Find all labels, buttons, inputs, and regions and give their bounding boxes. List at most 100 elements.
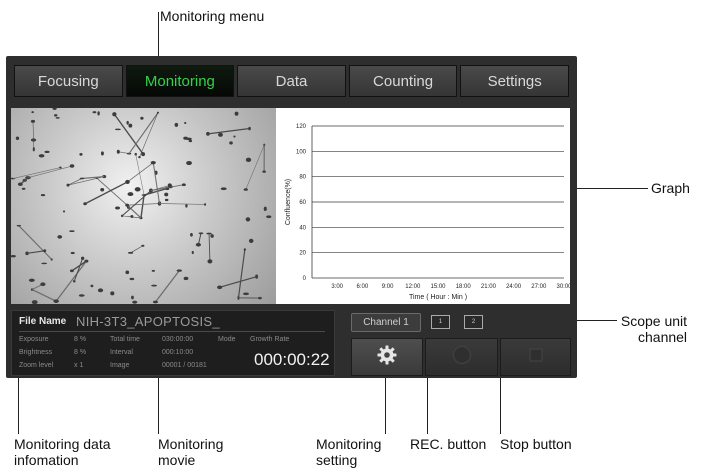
info-divider bbox=[19, 331, 325, 332]
cell-body bbox=[101, 151, 104, 155]
cell-body bbox=[11, 255, 16, 257]
monitoring-setting-button[interactable] bbox=[351, 338, 423, 376]
cell-process bbox=[220, 277, 257, 288]
tab-monitoring[interactable]: Monitoring bbox=[126, 65, 235, 97]
cell-body bbox=[264, 207, 267, 211]
x-tick-label: 27:00 bbox=[531, 284, 547, 290]
tab-counting[interactable]: Counting bbox=[349, 65, 458, 97]
cell-body bbox=[204, 203, 206, 206]
cell-body bbox=[243, 292, 249, 295]
tab-label: Settings bbox=[488, 73, 542, 90]
cell-process bbox=[114, 114, 143, 154]
cell-body bbox=[63, 210, 65, 212]
channel-button[interactable]: Channel 1 bbox=[351, 313, 421, 332]
cell-body bbox=[184, 277, 189, 280]
cell-body bbox=[125, 180, 130, 184]
exposure-label: Exposure bbox=[19, 336, 49, 343]
cell-body bbox=[246, 158, 251, 162]
total-time-value: 030:00:00 bbox=[162, 336, 193, 343]
cell-process bbox=[85, 182, 127, 204]
cell-culture-image bbox=[11, 108, 276, 304]
cell-body bbox=[244, 188, 248, 191]
cell-process bbox=[127, 163, 153, 182]
interval-value: 000:10:00 bbox=[162, 349, 193, 356]
tab-bar: Focusing Monitoring Data Counting Settin… bbox=[14, 65, 569, 97]
tab-focusing[interactable]: Focusing bbox=[14, 65, 123, 97]
cell-body bbox=[40, 282, 45, 286]
cell-body bbox=[33, 147, 35, 151]
cell-body bbox=[153, 301, 158, 304]
cell-body bbox=[165, 199, 169, 201]
cell-body bbox=[70, 269, 74, 272]
monitoring-movie bbox=[11, 108, 276, 304]
brightness-label: Brightness bbox=[19, 349, 52, 356]
cell-body bbox=[186, 161, 192, 165]
cell-process bbox=[160, 204, 206, 205]
callout-scope-unit-channel: Scope unit channel bbox=[620, 313, 687, 345]
x-tick-label: 24:00 bbox=[506, 284, 522, 290]
tab-data[interactable]: Data bbox=[237, 65, 346, 97]
monitoring-data-panel: File Name NIH-3T3_APOPTOSIS_ Exposure 8 … bbox=[11, 310, 335, 376]
callout-rec-button: REC. button bbox=[410, 436, 486, 452]
channel-1-toggle[interactable]: 1 bbox=[431, 315, 450, 329]
callout-scope-unit-line2: channel bbox=[620, 329, 687, 345]
cell-body bbox=[52, 108, 56, 110]
chart-svg: 0204060801001203:006:009:0012:0015:0018:… bbox=[276, 108, 570, 304]
cell-body bbox=[190, 233, 193, 237]
cell-body bbox=[248, 127, 251, 131]
cell-process bbox=[153, 163, 159, 204]
cell-process bbox=[28, 166, 72, 178]
cell-process bbox=[33, 121, 34, 149]
stop-square-icon bbox=[529, 348, 543, 367]
cell-body bbox=[262, 170, 266, 172]
cell-body bbox=[31, 111, 34, 113]
mode-label: Mode bbox=[218, 336, 236, 343]
cell-body bbox=[151, 161, 156, 164]
callout-monitoring-data-line2: infomation bbox=[14, 452, 111, 468]
cell-body bbox=[17, 225, 21, 227]
callout-monitoring-data: Monitoring data infomation bbox=[14, 436, 111, 468]
monitoring-screen: Focusing Monitoring Data Counting Settin… bbox=[6, 56, 577, 378]
tab-label: Data bbox=[276, 73, 308, 90]
cell-body bbox=[217, 285, 222, 289]
cell-body bbox=[141, 152, 145, 156]
cell-body bbox=[125, 204, 129, 207]
x-tick-label: 9:00 bbox=[382, 284, 394, 290]
cell-body bbox=[53, 299, 58, 303]
y-tick-label: 0 bbox=[303, 276, 307, 282]
cell-body bbox=[131, 296, 134, 300]
x-tick-label: 12:00 bbox=[405, 284, 421, 290]
cell-process bbox=[155, 271, 179, 302]
cell-body bbox=[249, 239, 254, 243]
cell-body bbox=[51, 258, 53, 260]
cell-body bbox=[235, 112, 239, 116]
cell-body bbox=[183, 137, 188, 140]
cell-body bbox=[177, 269, 182, 271]
cell-body bbox=[157, 112, 159, 114]
cell-body bbox=[43, 249, 46, 252]
cell-body bbox=[39, 154, 45, 157]
cell-body bbox=[22, 188, 26, 190]
cell-body bbox=[18, 183, 23, 186]
tab-settings[interactable]: Settings bbox=[460, 65, 569, 97]
callout-graph: Graph bbox=[651, 180, 690, 196]
cell-body bbox=[56, 117, 60, 119]
cell-body bbox=[151, 285, 157, 287]
callout-stop-button: Stop button bbox=[500, 436, 572, 452]
cell-body bbox=[80, 178, 85, 180]
cell-body bbox=[210, 234, 213, 238]
cell-process bbox=[19, 226, 52, 260]
cell-body bbox=[168, 183, 172, 187]
cell-process bbox=[209, 233, 210, 261]
cell-body bbox=[41, 194, 45, 196]
cell-process bbox=[13, 168, 61, 179]
stop-button[interactable] bbox=[500, 338, 571, 376]
cell-process bbox=[208, 129, 250, 134]
cell-body bbox=[164, 193, 168, 197]
cell-body bbox=[112, 112, 116, 116]
cell-body bbox=[185, 204, 187, 208]
cell-body bbox=[244, 248, 246, 251]
channel-2-toggle[interactable]: 2 bbox=[464, 315, 483, 329]
zoom-value: x 1 bbox=[74, 362, 83, 369]
rec-button[interactable] bbox=[425, 338, 498, 376]
